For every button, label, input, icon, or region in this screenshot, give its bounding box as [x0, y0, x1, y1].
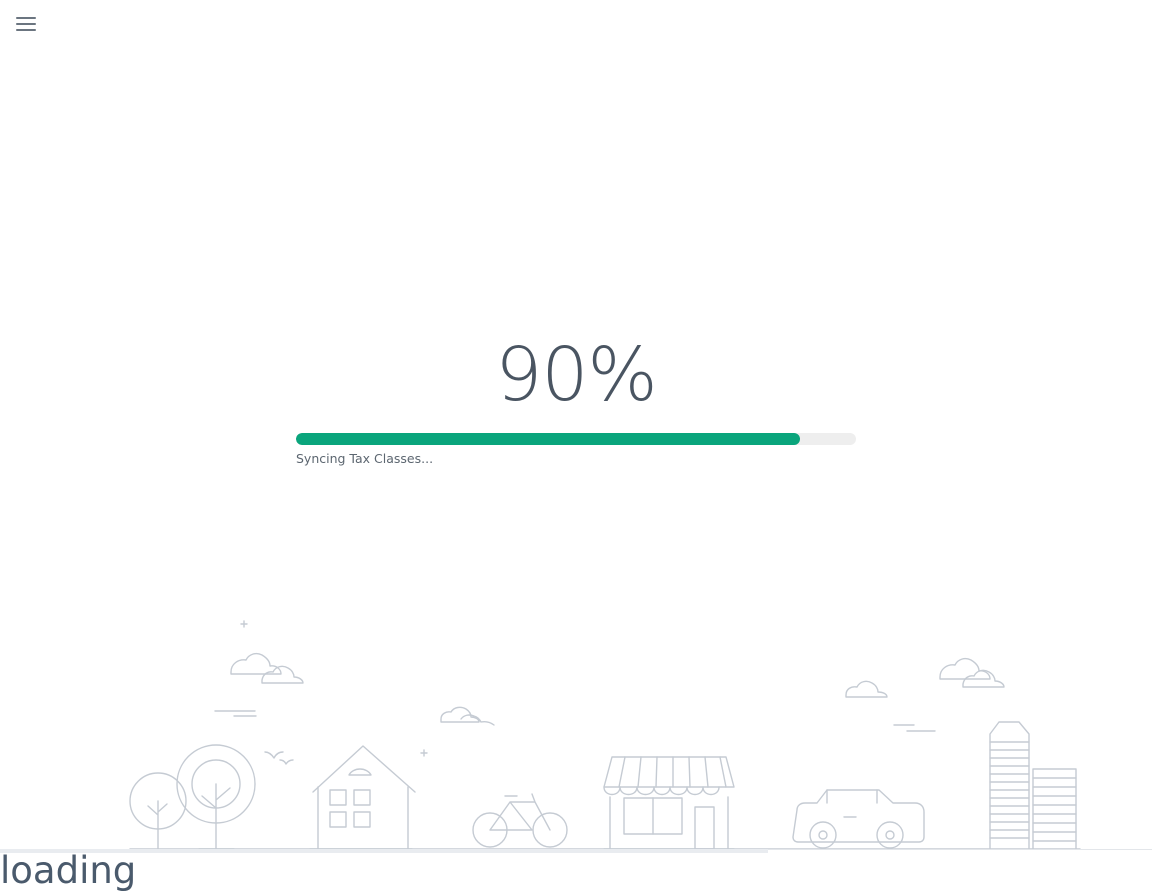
sync-status-text: Syncing Tax Classes... — [296, 451, 434, 466]
loading-label: loading — [0, 849, 137, 892]
dash-lines — [214, 710, 936, 732]
progress-percent: 90% — [495, 332, 657, 418]
cloud-icon — [845, 657, 1005, 698]
car-icon — [792, 789, 925, 849]
progress-bar — [296, 433, 856, 445]
building-icon — [989, 721, 1077, 850]
bird-icon — [264, 751, 294, 765]
sparkle-icon — [240, 620, 428, 757]
city-illustration — [129, 620, 1081, 850]
house-icon — [309, 745, 416, 850]
tree-icon — [129, 744, 256, 850]
bicycle-icon — [472, 793, 568, 848]
cloud-icon — [230, 652, 495, 726]
hamburger-menu-icon[interactable] — [14, 14, 38, 34]
progress-bar-fill — [296, 433, 800, 445]
storefront-icon — [603, 756, 735, 850]
